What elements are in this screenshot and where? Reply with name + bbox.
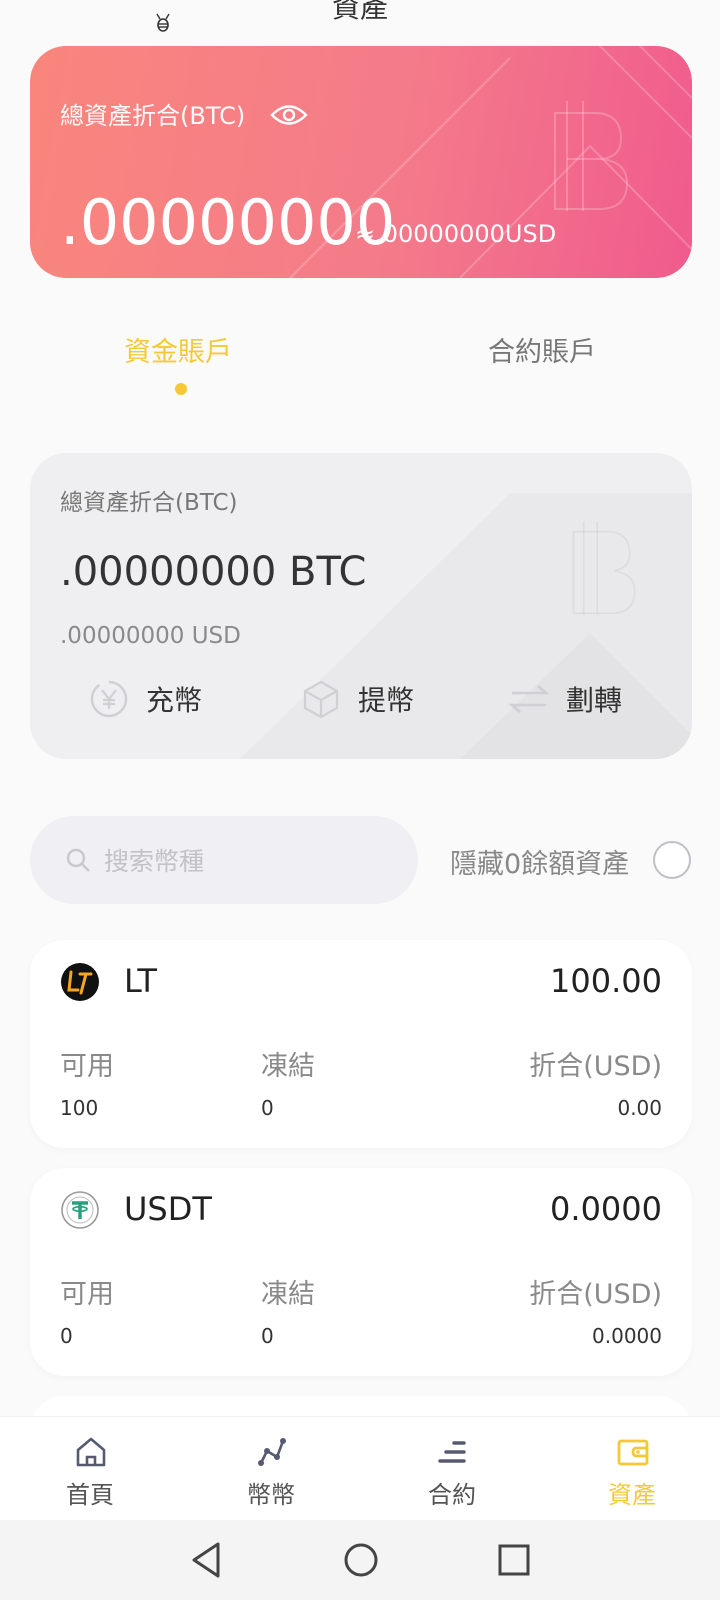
frozen-header: 凍結 <box>261 1279 315 1310</box>
nav-home[interactable]: 首頁 <box>30 1417 150 1521</box>
eye-icon[interactable] <box>270 102 308 128</box>
nav-spot[interactable]: 幣幣 <box>211 1417 331 1521</box>
nav-contract-label: 合約 <box>428 1481 476 1509</box>
frozen-header: 凍結 <box>261 1051 315 1082</box>
withdraw-button[interactable]: 提幣 <box>300 669 414 729</box>
wallet-icon <box>617 1439 649 1466</box>
coin-card-usdt[interactable]: USDT 0.0000 可用 凍結 折合(USD) 0 0 0.0000 <box>30 1168 692 1376</box>
top-bar: 資產 <box>0 0 720 40</box>
coin-symbol: LT <box>124 962 157 1000</box>
bottom-nav: 首頁 幣幣 合約 資產 <box>0 1416 720 1520</box>
lt-coin-icon <box>61 963 99 1001</box>
back-triangle-icon[interactable] <box>188 1540 224 1580</box>
total-asset-card: 總資產折合(BTC) .00000000 ≈.00000000USD <box>30 46 692 278</box>
account-actions: 充幣 提幣 劃轉 <box>30 669 692 729</box>
search-bar[interactable]: 搜索幣種 <box>30 816 418 904</box>
deposit-button[interactable]: 充幣 <box>88 669 202 729</box>
account-total-label: 總資產折合(BTC) <box>60 490 238 516</box>
frozen-value: 0 <box>261 1324 274 1348</box>
deposit-label: 充幣 <box>146 684 203 717</box>
usd-value: 0.00 <box>617 1096 662 1120</box>
usd-value-header: 折合(USD) <box>529 1279 662 1310</box>
account-btc-amount: .00000000 BTC <box>60 549 367 595</box>
page-title: 資產 <box>331 0 388 24</box>
available-value: 0 <box>60 1324 73 1348</box>
yen-icon <box>90 680 128 718</box>
total-asset-usd: ≈.00000000USD <box>355 220 557 248</box>
coin-symbol: USDT <box>124 1190 212 1228</box>
search-icon <box>66 848 90 872</box>
nav-assets-label: 資產 <box>608 1481 656 1509</box>
available-header: 可用 <box>60 1051 114 1082</box>
withdraw-label: 提幣 <box>358 684 415 717</box>
nav-home-label: 首頁 <box>66 1481 114 1509</box>
available-value: 100 <box>60 1096 99 1120</box>
coin-card-lt[interactable]: LT 100.00 可用 凍結 折合(USD) 100 0 0.00 <box>30 940 692 1148</box>
transfer-label: 劃轉 <box>566 684 623 717</box>
home-icon <box>76 1437 106 1467</box>
nav-contract[interactable]: 合約 <box>392 1417 512 1521</box>
transfer-arrows-icon <box>508 685 550 713</box>
cube-icon <box>303 680 339 719</box>
total-asset-amount: .00000000 <box>60 186 396 259</box>
funding-account-card: 總資產折合(BTC) .00000000 BTC .00000000 USD 充… <box>30 453 692 759</box>
tab-funding-account[interactable]: 資金賬戶 <box>124 330 232 369</box>
coin-balance: 100.00 <box>550 962 662 1000</box>
nav-assets[interactable]: 資產 <box>572 1417 692 1521</box>
recents-square-icon[interactable] <box>494 1540 534 1580</box>
hide-zero-label: 隱藏0餘額資產 <box>450 849 630 880</box>
total-asset-label: 總資產折合(BTC) <box>60 102 246 130</box>
frozen-value: 0 <box>261 1096 274 1120</box>
hide-zero-toggle[interactable] <box>653 841 691 879</box>
account-tabs: 資金賬戶 合約賬戶 <box>0 330 720 400</box>
active-tab-indicator <box>175 383 187 395</box>
available-header: 可用 <box>60 1279 114 1310</box>
tether-icon <box>61 1191 99 1229</box>
search-input[interactable]: 搜索幣種 <box>104 842 204 878</box>
contract-bars-icon <box>438 1441 466 1463</box>
home-circle-icon[interactable] <box>341 1540 381 1580</box>
tab-contract-account[interactable]: 合約賬戶 <box>488 330 596 369</box>
usd-value-header: 折合(USD) <box>529 1051 662 1082</box>
trade-graph-icon <box>258 1438 286 1466</box>
nav-spot-label: 幣幣 <box>247 1481 295 1509</box>
coin-balance: 0.0000 <box>550 1190 662 1228</box>
usd-value: 0.0000 <box>592 1324 662 1348</box>
system-nav-bar <box>0 1520 720 1600</box>
account-usd-amount: .00000000 USD <box>60 623 241 649</box>
transfer-button[interactable]: 劃轉 <box>508 669 622 729</box>
